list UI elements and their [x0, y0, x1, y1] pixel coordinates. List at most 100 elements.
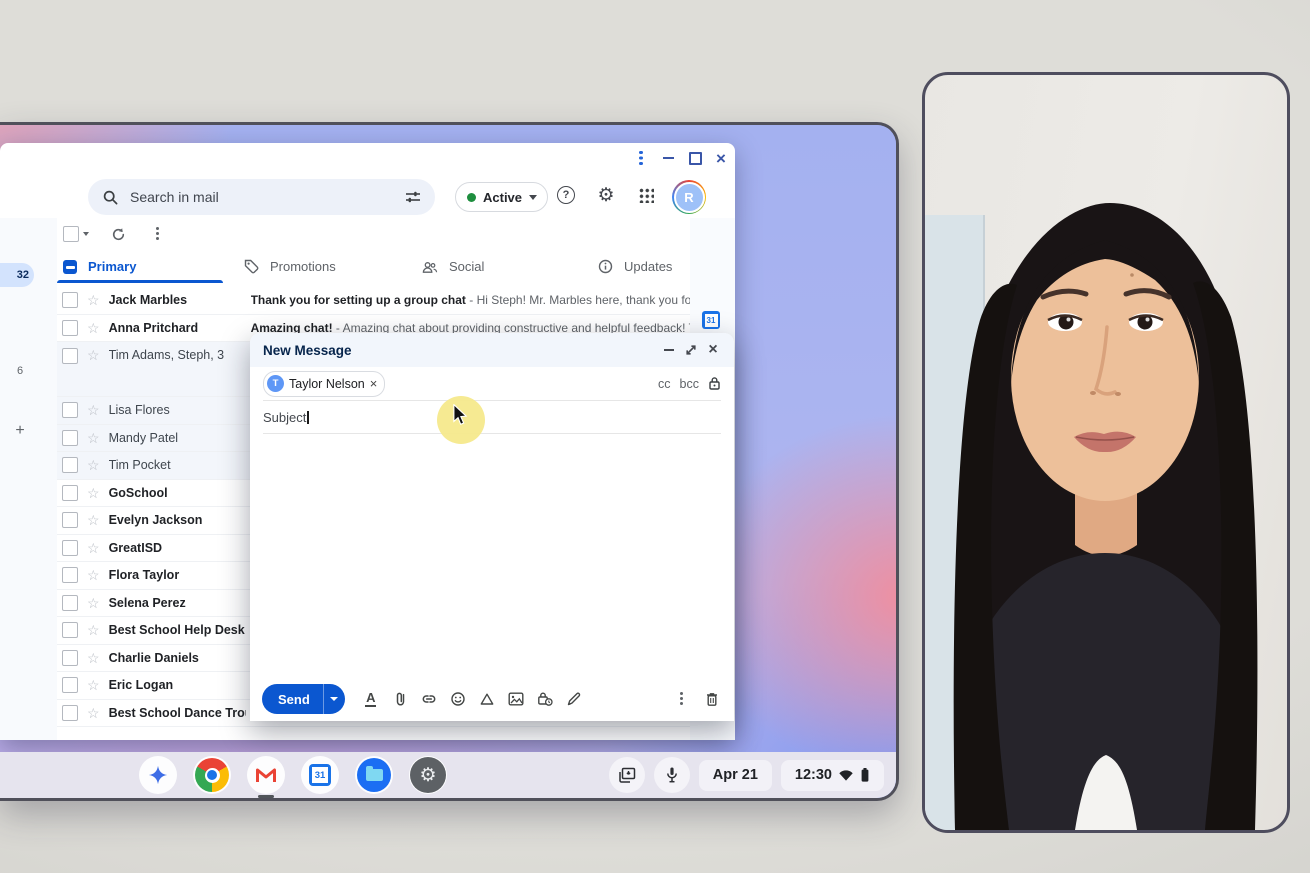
tab-social[interactable]: Social — [401, 250, 577, 283]
insert-emoji-icon[interactable] — [450, 691, 466, 707]
email-checkbox[interactable] — [62, 677, 78, 693]
compose-popout-icon[interactable] — [680, 339, 702, 361]
more-options-icon[interactable] — [150, 227, 164, 241]
microphone-button[interactable] — [654, 757, 690, 793]
star-icon[interactable]: ☆ — [87, 348, 100, 362]
attach-file-icon[interactable] — [392, 691, 408, 707]
insert-link-icon[interactable] — [421, 691, 437, 707]
calendar-app-icon[interactable]: 31 — [301, 756, 339, 794]
gear-icon: ⚙ — [410, 757, 446, 793]
email-checkbox[interactable] — [62, 320, 78, 336]
cc-toggle[interactable]: cc — [658, 377, 671, 391]
select-all-checkbox[interactable] — [63, 226, 89, 242]
star-icon[interactable]: ☆ — [87, 431, 100, 445]
date-pill[interactable]: Apr 21 — [699, 760, 772, 791]
chat-status-chip[interactable]: Active — [455, 182, 548, 212]
subject-field[interactable]: Subject — [263, 401, 721, 434]
email-checkbox[interactable] — [62, 540, 78, 556]
email-checkbox[interactable] — [62, 348, 78, 364]
compose-toolbar: Send A — [250, 677, 734, 721]
launcher-button[interactable] — [139, 756, 177, 794]
apps-grid-icon[interactable] — [636, 185, 656, 205]
email-checkbox[interactable] — [62, 705, 78, 721]
email-sender: Best School Dance Troupe — [109, 706, 246, 720]
remove-recipient-icon[interactable]: × — [370, 377, 378, 390]
formatting-options-icon[interactable]: A — [363, 691, 379, 707]
settings-app-icon[interactable]: ⚙ — [409, 756, 447, 794]
star-icon[interactable]: ☆ — [87, 403, 100, 417]
compose-minimize-icon[interactable] — [658, 339, 680, 361]
star-icon[interactable]: ☆ — [87, 596, 100, 610]
help-icon[interactable]: ? — [556, 185, 576, 205]
sidebar-inbox-count[interactable]: 32 — [0, 263, 34, 287]
email-checkbox[interactable] — [62, 402, 78, 418]
inbox-tabs: Primary Promotions Social Updates — [57, 250, 690, 283]
window-minimize-icon[interactable] — [659, 149, 677, 167]
email-checkbox[interactable] — [62, 292, 78, 308]
refresh-icon[interactable] — [111, 227, 126, 242]
email-checkbox[interactable] — [62, 650, 78, 666]
email-checkbox[interactable] — [62, 457, 78, 473]
insert-photo-icon[interactable] — [508, 691, 524, 707]
insert-signature-icon[interactable] — [566, 691, 582, 707]
account-avatar[interactable]: R — [672, 180, 706, 214]
star-icon[interactable]: ☆ — [87, 321, 100, 335]
star-icon[interactable]: ☆ — [87, 541, 100, 555]
star-icon[interactable]: ☆ — [87, 678, 100, 692]
star-icon[interactable]: ☆ — [87, 486, 100, 500]
search-filter-icon[interactable] — [405, 190, 421, 204]
gmail-m-icon — [255, 766, 277, 784]
email-checkbox[interactable] — [62, 622, 78, 638]
star-icon[interactable]: ☆ — [87, 513, 100, 527]
send-options-icon[interactable] — [323, 684, 345, 714]
email-checkbox[interactable] — [62, 485, 78, 501]
people-icon — [422, 260, 438, 274]
insert-from-drive-icon[interactable] — [479, 691, 495, 707]
calendar-rail-icon[interactable]: 31 — [702, 311, 720, 329]
list-toolbar — [57, 218, 690, 250]
email-row[interactable]: ☆ Jack Marbles Thank you for setting up … — [57, 287, 690, 315]
star-icon[interactable]: ☆ — [87, 651, 100, 665]
email-sender: Tim Pocket — [109, 458, 246, 472]
settings-gear-icon[interactable]: ⚙ — [596, 185, 616, 205]
email-checkbox[interactable] — [62, 567, 78, 583]
browser-menu-icon[interactable] — [632, 149, 650, 167]
tab-promotions[interactable]: Promotions — [223, 250, 401, 283]
compose-header[interactable]: New Message × — [250, 333, 734, 367]
star-icon[interactable]: ☆ — [87, 706, 100, 720]
window-close-icon[interactable]: × — [712, 149, 730, 167]
bcc-toggle[interactable]: bcc — [680, 377, 699, 391]
search-input[interactable]: Search in mail — [88, 179, 435, 215]
selected-tab-underline — [57, 280, 223, 283]
star-icon[interactable]: ☆ — [87, 623, 100, 637]
more-options-icon[interactable] — [673, 691, 689, 707]
window-maximize-icon[interactable] — [686, 149, 704, 167]
chrome-app-icon[interactable] — [193, 756, 231, 794]
screen-capture-button[interactable] — [609, 757, 645, 793]
chromeos-shelf: 31 ⚙ Apr 21 12:30 — [0, 752, 896, 798]
star-icon[interactable]: ☆ — [87, 568, 100, 582]
primary-tab-icon — [63, 260, 77, 274]
recipient-chip[interactable]: T Taylor Nelson × — [263, 371, 385, 397]
star-icon[interactable]: ☆ — [87, 293, 100, 307]
discard-draft-icon[interactable] — [704, 691, 720, 707]
confidential-mode-icon[interactable] — [537, 691, 553, 707]
email-checkbox[interactable] — [62, 595, 78, 611]
status-tray[interactable]: 12:30 — [781, 760, 884, 791]
compose-close-icon[interactable]: × — [702, 339, 724, 361]
tab-updates[interactable]: Updates — [577, 250, 690, 283]
email-separator: - — [466, 293, 477, 307]
sidebar-add-label-button[interactable]: + — [0, 422, 40, 440]
microphone-icon — [664, 766, 680, 784]
email-checkbox[interactable] — [62, 512, 78, 528]
webcam-panel — [922, 72, 1290, 833]
star-icon[interactable]: ☆ — [87, 458, 100, 472]
search-icon — [103, 190, 118, 205]
files-app-icon[interactable] — [355, 756, 393, 794]
recipients-row[interactable]: T Taylor Nelson × cc bcc — [263, 367, 721, 401]
send-button[interactable]: Send — [262, 684, 345, 714]
message-body-field[interactable] — [250, 434, 734, 677]
gmail-app-icon[interactable] — [247, 756, 285, 794]
tab-primary[interactable]: Primary — [57, 250, 223, 283]
email-checkbox[interactable] — [62, 430, 78, 446]
